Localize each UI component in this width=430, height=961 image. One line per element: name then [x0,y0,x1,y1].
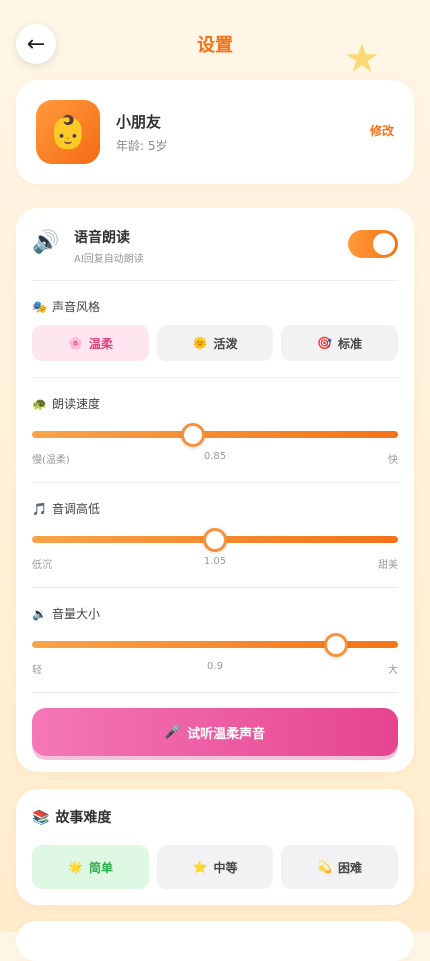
music-note-icon: 🎵 [32,502,47,516]
pitch-max-label: 甜美 [378,560,398,571]
profile-name: 小朋友 [116,113,162,131]
voice-read-title: 语音朗读 [74,230,130,246]
divider [32,692,398,693]
difficulty-easy[interactable]: 🌟 简单 [32,845,149,889]
baby-face-icon: 👶 [48,113,88,151]
volume-slider-thumb[interactable] [323,632,348,657]
preview-voice-button[interactable]: 🎤 试听温柔声音 [32,708,398,756]
glowing-star-icon: 🌟 [68,860,83,874]
next-settings-card [16,921,414,961]
auto-read-toggle[interactable] [348,230,398,258]
volume-slider[interactable] [32,632,398,657]
turtle-icon: 🐢 [32,397,47,411]
blossom-icon: 🌸 [68,336,83,350]
pitch-label: 🎵 音调高低 [32,502,100,516]
profile-card: 👶 小朋友 年龄: 5岁 修改 [16,80,414,184]
difficulty-medium[interactable]: ⭐ 中等 [157,845,273,889]
volume-max-label: 大 [388,665,398,676]
story-difficulty-title: 📚 故事难度 [32,810,112,826]
story-difficulty-card: 📚 故事难度 🌟 简单 ⭐ 中等 💫 困难 [16,789,414,905]
pitch-value: 1.05 [203,556,227,567]
voice-style-lively[interactable]: 🌞 活泼 [157,325,273,361]
divider [32,482,398,483]
star-decoration-icon: ★ [344,36,380,82]
divider [32,587,398,588]
dizzy-star-icon: 💫 [317,860,332,874]
speed-max-label: 快 [388,455,398,466]
divider [32,377,398,378]
volume-value: 0.9 [207,661,223,672]
voice-style-gentle[interactable]: 🌸 温柔 [32,325,149,361]
header-bar: ← 设置 ★ [0,0,430,82]
star-icon: ⭐ [192,860,208,874]
pitch-slider[interactable] [32,527,398,552]
speed-label: 🐢 朗读速度 [32,397,100,411]
voice-read-subtitle: AI回复自动朗读 [74,254,144,265]
difficulty-hard[interactable]: 💫 困难 [281,845,398,889]
voice-settings-card: 🔊 语音朗读 AI回复自动朗读 🎭 声音风格 🌸 温柔 🌞 活泼 🎯 标准 🐢 朗读速度 … [16,208,414,772]
books-icon: 📚 [32,810,50,826]
divider [32,280,398,281]
pitch-slider-thumb[interactable] [203,527,227,552]
speaker-low-icon: 🔉 [32,607,47,621]
microphone-icon: 🎤 [164,724,182,740]
speed-value: 0.85 [203,451,227,462]
target-icon: 🎯 [317,336,332,350]
theater-masks-icon: 🎭 [32,300,47,314]
avatar: 👶 [36,100,100,164]
speed-slider[interactable] [32,422,398,447]
volume-label: 🔉 音量大小 [32,607,100,621]
speaker-icon: 🔊 [32,230,60,255]
voice-style-label: 🎭 声音风格 [32,300,100,314]
speed-slider-thumb[interactable] [181,422,206,447]
sun-icon: 🌞 [192,336,208,350]
voice-style-standard[interactable]: 🎯 标准 [281,325,398,361]
profile-age: 年龄: 5岁 [116,139,168,153]
edit-profile-button[interactable]: 修改 [370,122,394,139]
toggle-knob [373,233,395,255]
